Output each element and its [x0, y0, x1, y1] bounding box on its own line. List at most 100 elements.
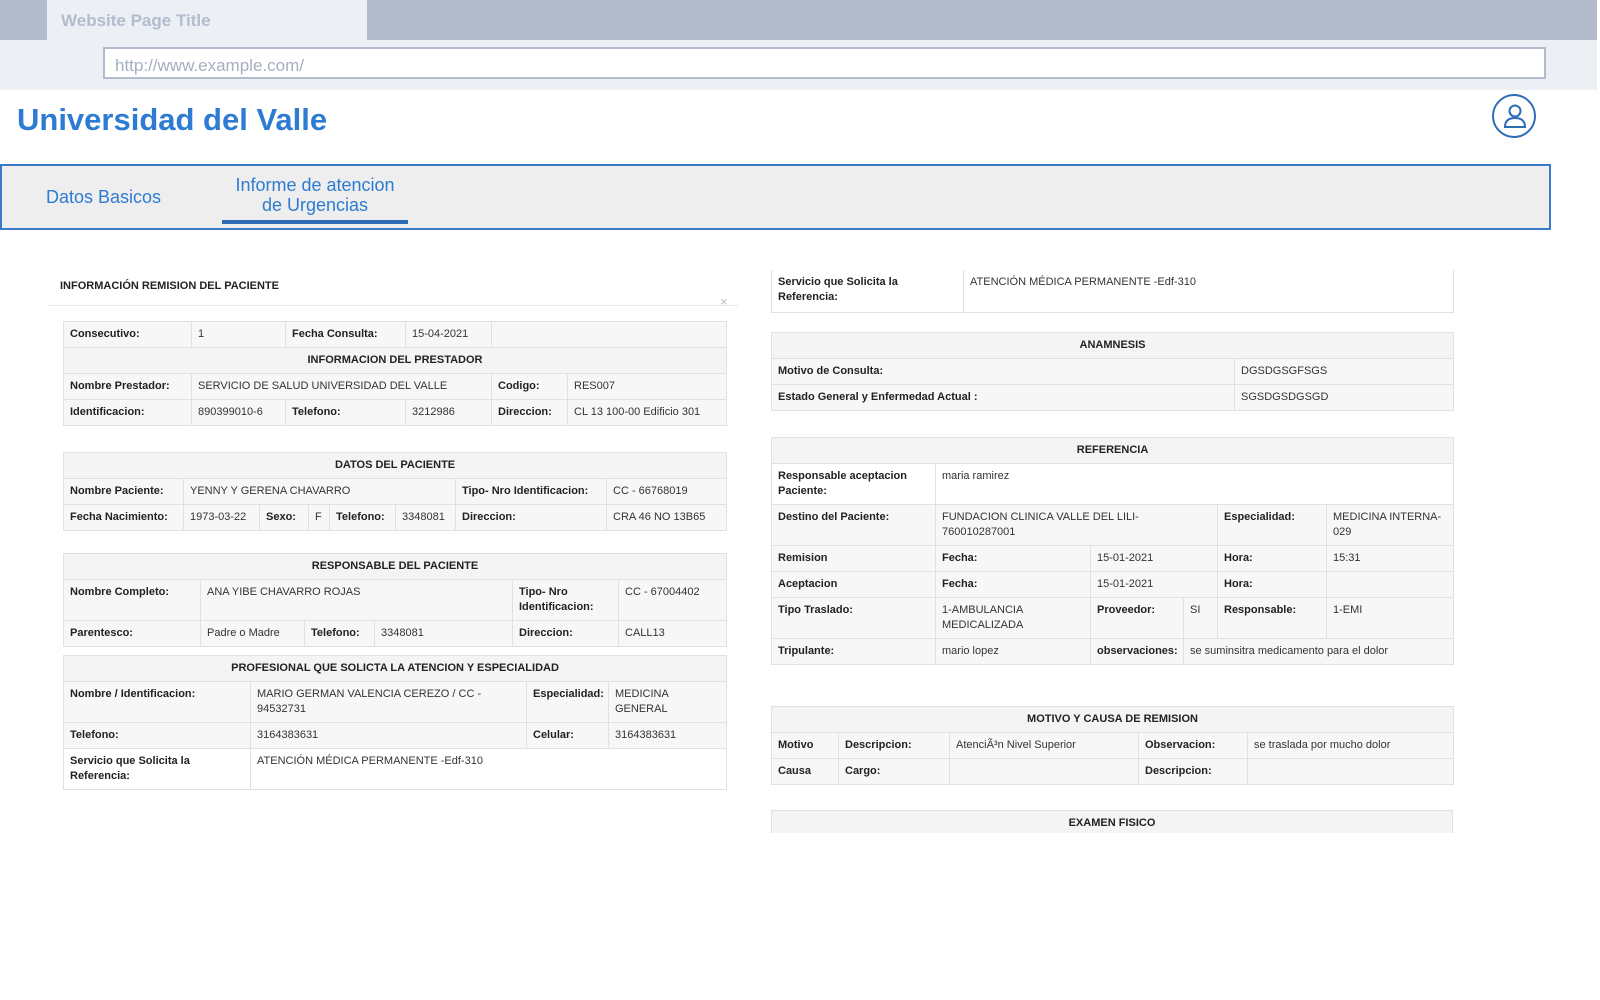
value: CC - 67004402 — [617, 579, 728, 621]
tab-datos-basicos[interactable]: Datos Basicos — [46, 187, 161, 208]
label: Especialidad: — [1217, 504, 1327, 546]
label: Fecha Nacimiento: — [63, 504, 184, 531]
user-button[interactable] — [1492, 94, 1536, 138]
value: 15-01-2021 — [1090, 571, 1218, 598]
value: CRA 46 NO 13B65 — [605, 504, 728, 531]
table-heading: DATOS DEL PACIENTE — [62, 452, 728, 479]
value: 890399010-6 — [191, 399, 286, 426]
value: 3212986 — [405, 399, 492, 426]
paciente-table: DATOS DEL PACIENTE Nombre Paciente: YENN… — [62, 452, 728, 531]
label: Nombre Completo: — [63, 579, 201, 621]
value: 1-AMBULANCIA MEDICALIZADA — [935, 597, 1091, 639]
value: AtenciÃ³n Nivel Superior — [949, 732, 1139, 759]
label: Parentesco: — [63, 620, 201, 647]
examen-table: EXAMEN FISICO — [771, 810, 1453, 833]
prestador-table: Consecutivo: 1 Fecha Consulta: 15-04-202… — [63, 321, 727, 426]
label: Tipo Traslado: — [771, 597, 936, 639]
label: Responsable: — [1217, 597, 1327, 639]
label: Causa — [771, 758, 839, 785]
label: Cargo: — [838, 758, 950, 785]
label: Celular: — [526, 722, 609, 749]
table-heading: EXAMEN FISICO — [771, 810, 1453, 833]
label: Fecha: — [935, 545, 1091, 572]
label: Servicio que Solicita la Referencia: — [63, 748, 251, 790]
table-heading: RESPONSABLE DEL PACIENTE — [62, 553, 728, 580]
value: se traslada por mucho dolor — [1246, 732, 1454, 759]
label: Tripulante: — [771, 638, 936, 665]
label: Tipo- Nro Identificacion: — [512, 579, 619, 621]
label: Telefono: — [304, 620, 375, 647]
value: 3348081 — [395, 504, 456, 531]
value: ATENCIÓN MÉDICA PERMANENTE -Edf-310 — [963, 270, 1454, 313]
close-icon[interactable]: × — [720, 294, 728, 309]
value: YENNY Y GERENA CHAVARRO — [183, 478, 456, 505]
label: Telefono: — [63, 722, 251, 749]
value: SI — [1183, 597, 1218, 639]
url-input[interactable]: http://www.example.com/ — [103, 47, 1546, 79]
url-text: http://www.example.com/ — [115, 56, 304, 75]
value: 1 — [191, 321, 286, 348]
label: Descripcion: — [838, 732, 950, 759]
label: Sexo: — [259, 504, 309, 531]
label: Aceptacion — [771, 571, 936, 598]
value — [1325, 571, 1454, 598]
referencia-table: REFERENCIA Responsable aceptacion Pacien… — [770, 437, 1454, 665]
label: Telefono: — [285, 399, 406, 426]
value: mario lopez — [935, 638, 1091, 665]
value: ATENCIÓN MÉDICA PERMANENTE -Edf-310 — [249, 748, 728, 790]
value — [1246, 758, 1454, 785]
label: Motivo de Consulta: — [771, 358, 1235, 385]
value: CC - 66768019 — [605, 478, 728, 505]
browser-chrome: Website Page Title http://www.example.co… — [0, 0, 1597, 90]
responsable-table: RESPONSABLE DEL PACIENTE Nombre Completo… — [62, 553, 728, 647]
value: CL 13 100-00 Edificio 301 — [567, 399, 727, 426]
value: 1973-03-22 — [183, 504, 260, 531]
empty-cell — [491, 321, 727, 348]
label: Servicio que Solicita la Referencia: — [771, 270, 964, 313]
tab-informe-urgencias[interactable]: Informe de atencion de Urgencias — [222, 175, 408, 215]
table-heading: INFORMACION DEL PRESTADOR — [63, 347, 727, 374]
value: CALL13 — [617, 620, 728, 647]
label: Direccion: — [491, 399, 568, 426]
label: Direccion: — [512, 620, 619, 647]
value: maria ramirez — [934, 463, 1454, 505]
value: 3164383631 — [250, 722, 527, 749]
label: Hora: — [1217, 571, 1327, 598]
right-document: Servicio que Solicita la Referencia: ATE… — [770, 270, 1454, 833]
motivo-causa-table: MOTIVO Y CAUSA DE REMISION Motivo Descri… — [770, 706, 1454, 785]
label: Hora: — [1217, 545, 1327, 572]
label: Proveedor: — [1090, 597, 1184, 639]
label: Nombre / Identificacion: — [63, 681, 251, 723]
value: 1-EMI — [1325, 597, 1454, 639]
active-tab-indicator — [222, 220, 408, 224]
profesional-table: PROFESIONAL QUE SOLICTA LA ATENCION Y ES… — [62, 655, 728, 790]
anamnesis-table: ANAMNESIS Motivo de Consulta: DGSDGSGFSG… — [770, 332, 1454, 411]
browser-tab[interactable]: Website Page Title — [47, 0, 367, 40]
app-title: Universidad del Valle — [17, 102, 328, 137]
label: Observacion: — [1138, 732, 1248, 759]
value: 15-01-2021 — [1090, 545, 1218, 572]
table-heading: REFERENCIA — [770, 437, 1454, 464]
value: FUNDACION CLINICA VALLE DEL LILI-7600102… — [935, 504, 1218, 546]
label: Responsable aceptacion Paciente: — [771, 463, 936, 505]
value: DGSDGSGFSGS — [1233, 358, 1454, 385]
label: Destino del Paciente: — [771, 504, 936, 546]
label: Consecutivo: — [63, 321, 192, 348]
label: Motivo — [771, 732, 839, 759]
value: 15-04-2021 — [405, 321, 492, 348]
label: Descripcion: — [1138, 758, 1248, 785]
user-icon — [1503, 104, 1527, 128]
label: Nombre Prestador: — [63, 373, 192, 400]
value: 15:31 — [1325, 545, 1454, 572]
label: Fecha: — [935, 571, 1091, 598]
label: Codigo: — [491, 373, 568, 400]
label: Remision — [771, 545, 936, 572]
value: RES007 — [567, 373, 727, 400]
servicio-table: Servicio que Solicita la Referencia: ATE… — [771, 270, 1454, 313]
section-title: INFORMACIÓN REMISION DEL PACIENTE — [60, 280, 279, 292]
label: Telefono: — [329, 504, 396, 531]
value: MEDICINA GENERAL — [607, 681, 728, 723]
value: ANA YIBE CHAVARRO ROJAS — [200, 579, 513, 621]
value: F — [308, 504, 330, 531]
value: se suminsitra medicamento para el dolor — [1182, 638, 1454, 665]
